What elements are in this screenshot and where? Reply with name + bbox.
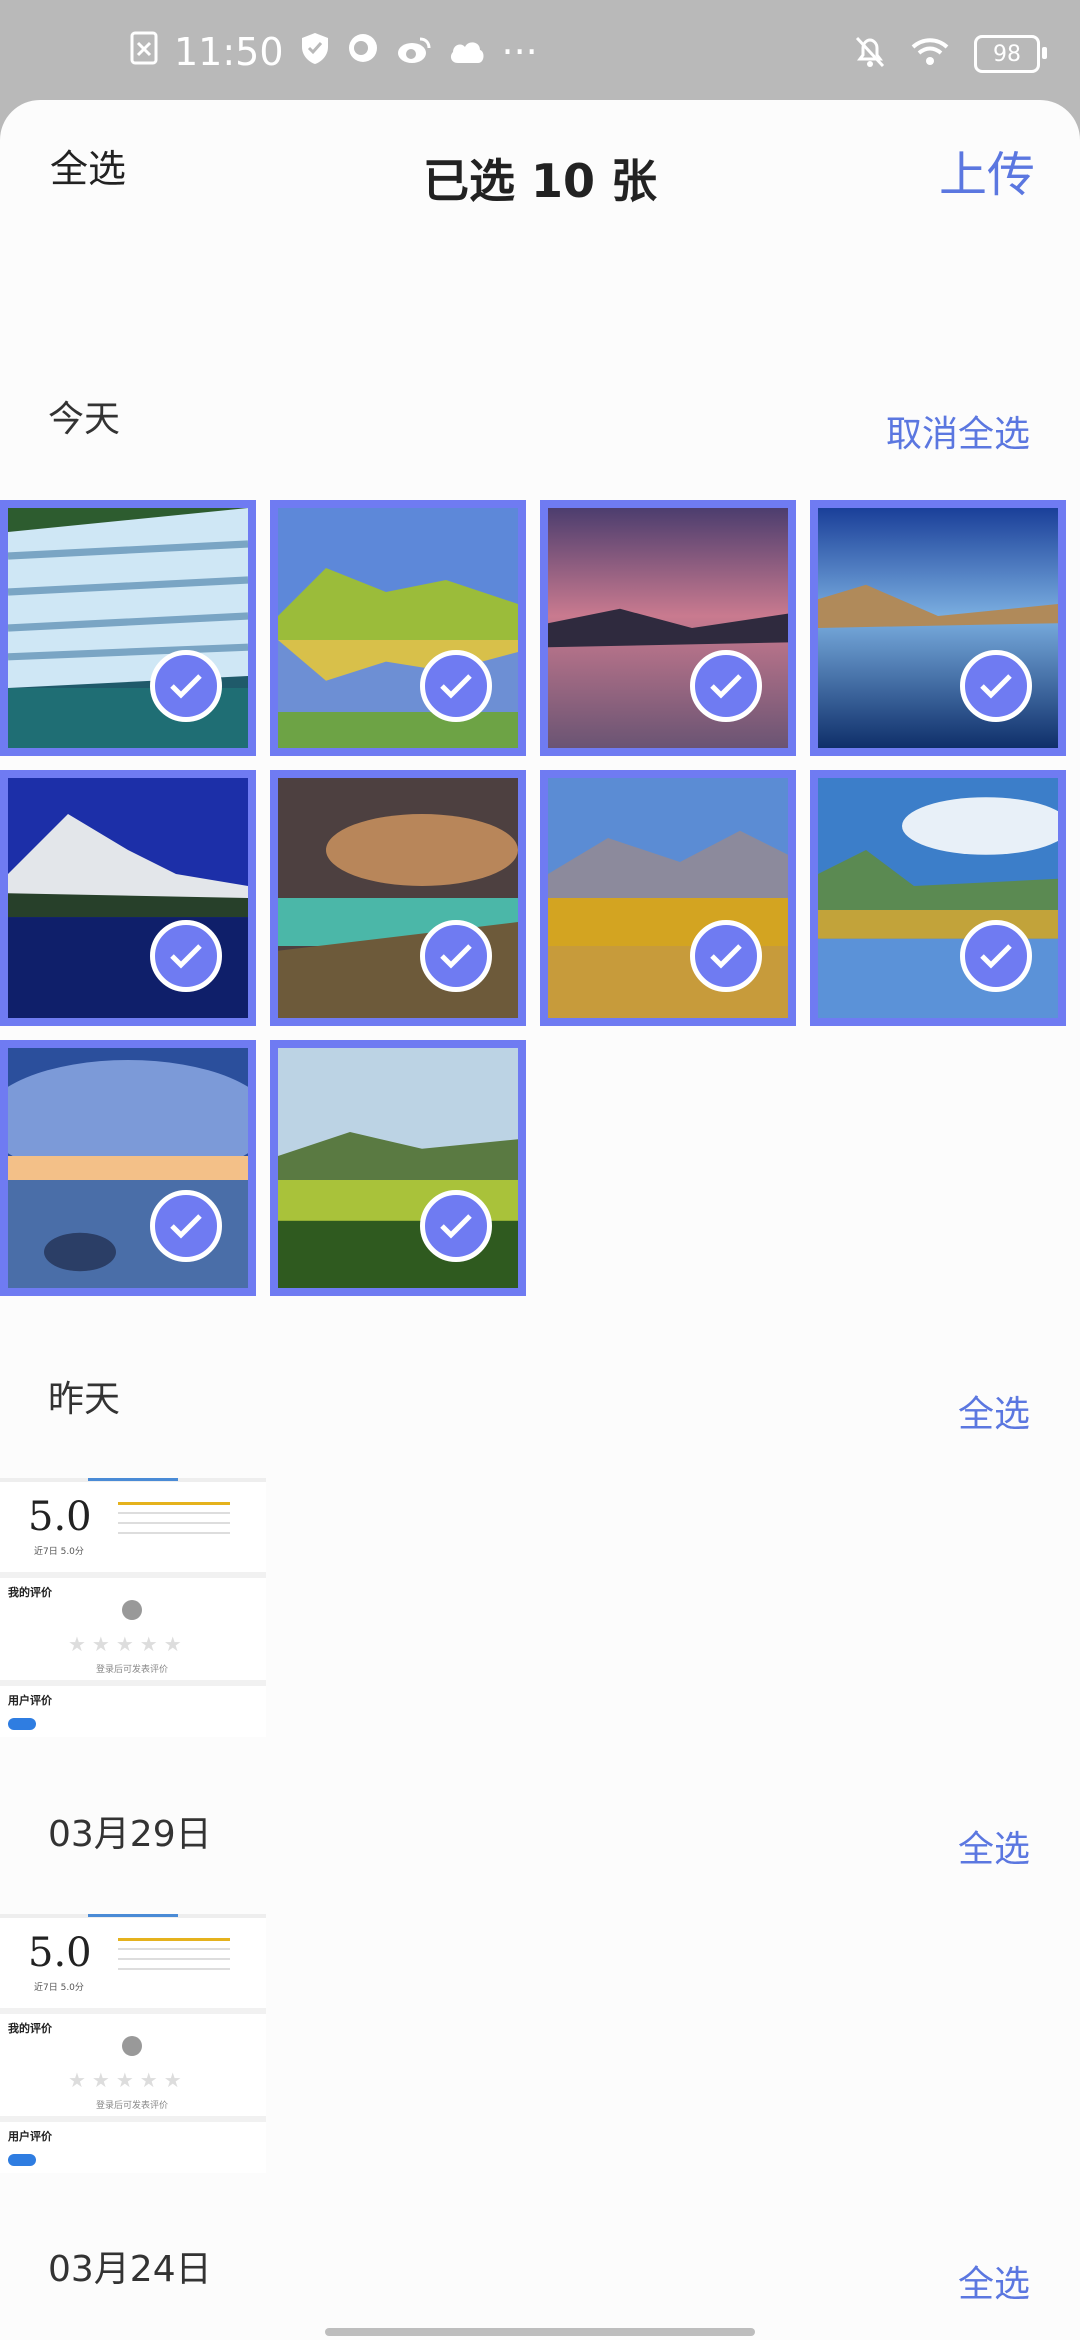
selected-check-icon <box>420 920 492 992</box>
photo-tile[interactable] <box>270 500 526 756</box>
photo-picker-sheet: 全选 已选 10 张 上传 今天 取消全选 昨天 全选 5.0 近7日 5.0分… <box>0 100 1080 2340</box>
avatar <box>122 2036 142 2056</box>
select-all-yesterday-button[interactable]: 全选 <box>958 1385 1030 1437</box>
user-review-label: 用户评价 <box>8 1694 52 1707</box>
selected-check-icon <box>150 1190 222 1262</box>
sunrise-rocks-image <box>8 1048 248 1288</box>
avatar <box>122 1600 142 1620</box>
selected-check-icon <box>690 920 762 992</box>
my-review-label: 我的评价 <box>8 1586 52 1599</box>
selected-check-icon <box>150 650 222 722</box>
section-title-today: 今天 <box>48 399 121 440</box>
rating-score: 5.0 <box>28 1494 92 1540</box>
page-title: 已选 10 张 <box>422 154 658 208</box>
waterfall-image <box>8 508 248 748</box>
star-rating: ★★★★★ <box>68 1632 188 1656</box>
battery-indicator: 98 <box>974 35 1047 73</box>
screenshot-thumbnail[interactable]: 5.0 近7日 5.0分 我的评价 ★★★★★ 登录后可发表评价 用户评价 <box>0 1478 266 1737</box>
home-indicator <box>325 2328 755 2336</box>
selected-check-icon <box>420 1190 492 1262</box>
sunset-lake-image <box>548 508 788 748</box>
blue-lake-image <box>818 508 1058 748</box>
section-title-0324: 03月24日 <box>48 2249 212 2290</box>
app-icon <box>346 30 380 74</box>
photo-tile[interactable] <box>540 500 796 756</box>
photo-tile[interactable] <box>540 770 796 1026</box>
photo-tile[interactable] <box>0 770 256 1026</box>
upload-button[interactable]: 上传 <box>939 135 1035 205</box>
no-sim-icon <box>130 30 158 74</box>
clock: 11:50 <box>174 30 284 74</box>
rating-score: 5.0 <box>28 1930 92 1976</box>
login-hint: 登录后可发表评价 <box>96 1665 169 1675</box>
section-title-yesterday: 昨天 <box>48 1379 121 1420</box>
select-all-0324-button[interactable]: 全选 <box>958 2255 1030 2307</box>
rating-sub: 近7日 5.0分 <box>34 1547 84 1557</box>
rating-sub: 近7日 5.0分 <box>34 1983 84 1993</box>
photo-tile[interactable] <box>0 1040 256 1296</box>
user-review-label: 用户评价 <box>8 2130 52 2143</box>
photo-tile[interactable] <box>810 500 1066 756</box>
photo-tile[interactable] <box>810 770 1066 1026</box>
screenshot-thumbnail[interactable]: 5.0 近7日 5.0分 我的评价 ★★★★★ 登录后可发表评价 用户评价 <box>0 1914 266 2173</box>
stormy-sky-image <box>278 778 518 1018</box>
photo-tile[interactable] <box>270 770 526 1026</box>
cloud-icon <box>448 30 486 74</box>
shield-icon <box>300 30 330 74</box>
star-rating: ★★★★★ <box>68 2068 188 2092</box>
photo-tile[interactable] <box>0 500 256 756</box>
bell-off-icon <box>854 35 886 73</box>
battery-level: 98 <box>993 41 1021 67</box>
selected-check-icon <box>960 920 1032 992</box>
deselect-all-button[interactable]: 取消全选 <box>886 405 1030 457</box>
weibo-icon <box>396 30 432 74</box>
lake-hills-image <box>278 508 518 748</box>
autumn-trees-image <box>548 778 788 1018</box>
selected-check-icon <box>150 920 222 992</box>
my-review-label: 我的评价 <box>8 2022 52 2035</box>
section-title-0329: 03月29日 <box>48 1814 212 1855</box>
selected-check-icon <box>690 650 762 722</box>
login-hint: 登录后可发表评价 <box>96 2101 169 2111</box>
wifi-icon <box>910 37 950 71</box>
mountain-lake-image <box>8 778 248 1018</box>
selected-check-icon <box>960 650 1032 722</box>
selected-check-icon <box>420 650 492 722</box>
forest-reflection-image <box>818 778 1058 1018</box>
more-icon: ··· <box>501 30 538 74</box>
select-all-0329-button[interactable]: 全选 <box>958 1820 1030 1872</box>
photo-tile[interactable] <box>270 1040 526 1296</box>
green-valley-image <box>278 1048 518 1288</box>
header: 全选 已选 10 张 上传 <box>0 100 1080 250</box>
status-bar: 11:50 ··· 98 <box>0 0 1080 110</box>
